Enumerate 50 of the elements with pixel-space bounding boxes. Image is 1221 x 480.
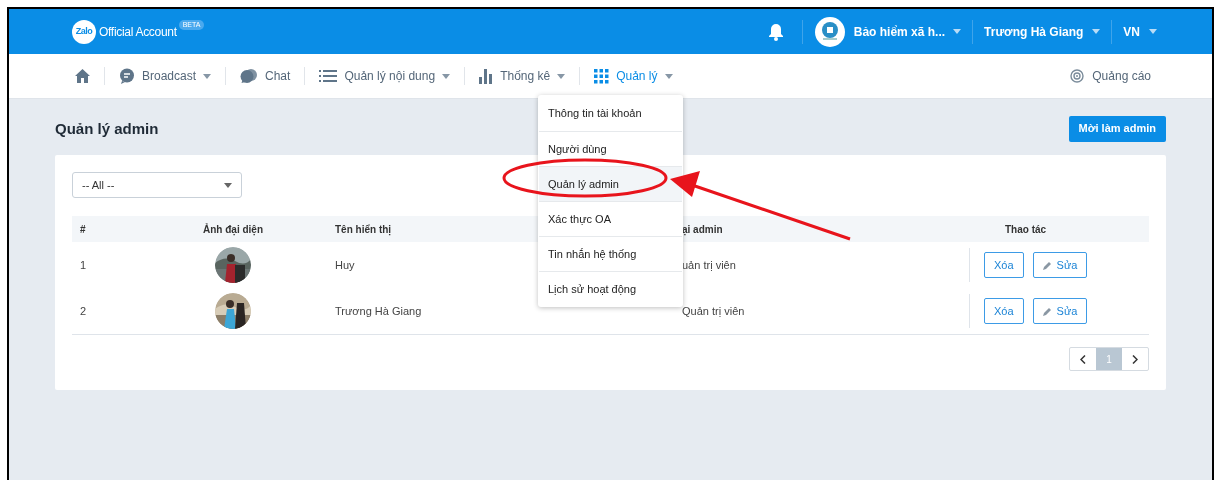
nav-item[interactable]: Thống kê [479,67,566,85]
table-cell-text: uản trị viên [681,257,737,273]
chevron-left-icon [1080,354,1086,364]
caret-icon [1149,29,1157,34]
pencil-icon [1042,260,1052,270]
page-title: Quản lý admin [55,119,159,140]
brand-name: Official Account [99,23,177,41]
logo[interactable]: Zalo [72,19,96,44]
column-header: Thao tác [1004,222,1048,237]
caret-icon [557,73,566,79]
caret-icon [442,73,451,79]
caret-icon [953,29,962,34]
caret-icon [664,73,673,79]
nav-item[interactable]: Chat [240,67,291,85]
account-name[interactable]: Bảo hiểm xã h... [853,22,946,41]
language-selector[interactable]: VN [1123,22,1140,41]
edit-button[interactable]: Sửa [1032,298,1088,324]
delete-button[interactable]: Xóa [984,252,1024,278]
table-cell-text: 2 [79,303,88,319]
emblem-icon[interactable] [814,16,845,47]
nav-item[interactable]: Broadcast [119,67,212,85]
pencil-icon [1042,306,1052,316]
bar-chart-icon [479,68,494,84]
caret-icon [1092,29,1101,34]
caret-icon [224,182,232,188]
column-header: Tên hiển thị [334,222,393,237]
bell-icon[interactable] [767,22,784,41]
chat-bubble-icon [119,68,135,84]
user-name[interactable]: Trương Hà Giang [984,22,1084,41]
ads-link[interactable]: Quảng cáo [1070,67,1151,85]
delete-button[interactable]: Xóa [984,298,1024,324]
nav-item[interactable]: Quản lý [594,67,673,85]
grid-icon [594,68,610,84]
column-header: # [79,222,87,237]
list-icon [319,69,338,83]
caret-icon [203,73,212,79]
edit-button[interactable]: Sửa [1032,252,1088,278]
chat-bubbles-icon [240,68,259,84]
role-filter-dropdown[interactable]: -- All -- [72,172,242,198]
column-header: Ảnh đại diện [202,222,264,237]
table-cell-text: Trương Hà Giang [334,303,423,319]
menu-item[interactable]: Lịch sử hoạt động [539,271,682,306]
target-icon [1070,69,1085,83]
table-cell-text: Quản trị viên [681,303,746,319]
table-cell-text: 1 [79,257,88,273]
chevron-right-icon [1132,354,1138,364]
home-icon[interactable] [75,69,90,83]
table-cell-text: Huy [334,257,356,273]
nav-item[interactable]: Quản lý nội dung [319,67,451,85]
invite-admin-button[interactable]: Mời làm admin [1068,115,1166,142]
